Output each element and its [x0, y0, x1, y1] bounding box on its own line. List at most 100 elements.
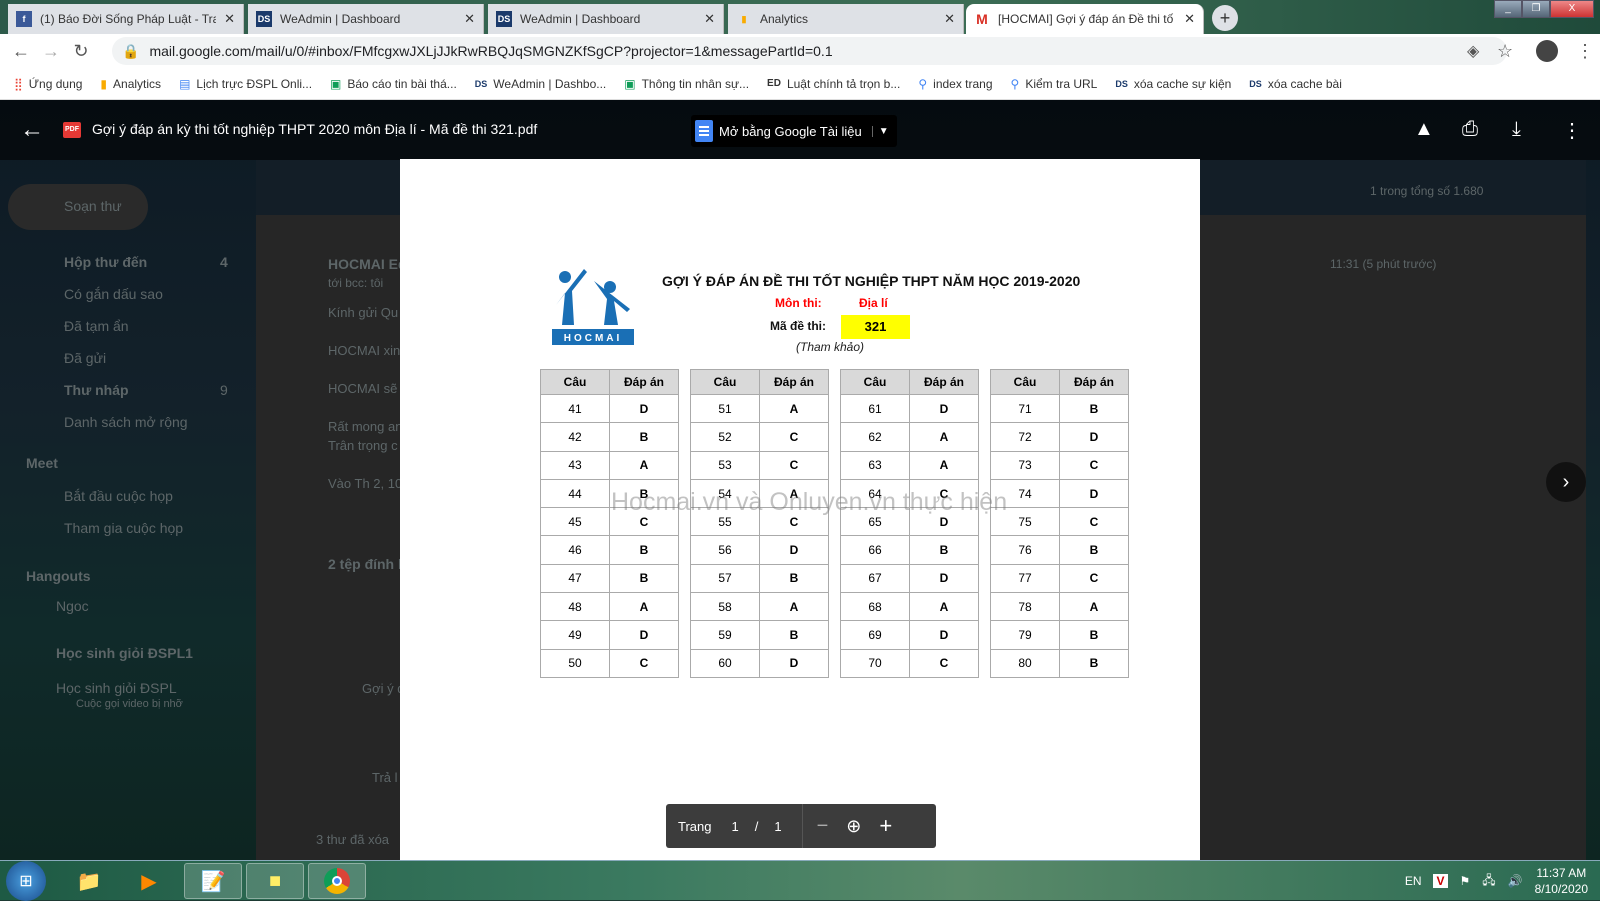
tab-gmail[interactable]: M [HOCMAI] Gợi ý đáp án Đề thi tố ✕	[966, 4, 1204, 34]
tab-analytics[interactable]: ▮ Analytics ✕	[728, 4, 964, 34]
bookmark-xoa-cache-bai[interactable]: DS xóa cache bài	[1249, 77, 1342, 91]
chat-subtext: Cuộc gọi video bị nhỡ	[76, 698, 183, 710]
tab-weadmin-1[interactable]: DS WeAdmin | Dashboard ✕	[248, 4, 484, 34]
more-options-icon[interactable]: ⋮	[1562, 118, 1582, 143]
bookmark-bao-cao[interactable]: ▣ Báo cáo tin bài thá...	[330, 77, 457, 91]
volume-icon[interactable]: 🔊	[1508, 874, 1523, 888]
bookmark-apps[interactable]: ⣿ Ứng dụng	[14, 77, 82, 91]
bookmark-kiem-tra-url[interactable]: ⚲ Kiểm tra URL	[1011, 77, 1098, 91]
sheets-icon: ▣	[330, 76, 342, 91]
zoom-out-icon[interactable]: −	[817, 815, 829, 838]
question-number: 42	[540, 422, 610, 452]
minimize-button[interactable]: _	[1494, 0, 1522, 18]
question-number: 49	[540, 620, 610, 650]
table-row: 48 A	[540, 592, 679, 622]
chrome-icon[interactable]	[308, 863, 366, 899]
facebook-icon: f	[16, 11, 32, 27]
action-center-flag-icon[interactable]: ⚑	[1460, 874, 1471, 888]
sticky-notes-icon[interactable]: ■	[246, 863, 304, 899]
media-player-icon[interactable]: ▶	[120, 863, 178, 899]
answer-letter: D	[909, 620, 979, 650]
back-arrow-icon[interactable]: ←	[20, 116, 44, 144]
current-page[interactable]: 1	[731, 819, 738, 834]
dspl-icon: DS	[256, 11, 272, 27]
url-text[interactable]: mail.google.com/mail/u/0/#inbox/FMfcgxwJ…	[149, 43, 832, 59]
question-number: 41	[540, 393, 610, 424]
bookmark-analytics[interactable]: ▮ Analytics	[100, 77, 161, 91]
back-icon[interactable]: ←	[6, 41, 36, 62]
nav-drafts[interactable]: Thư nháp	[64, 382, 129, 398]
vietkey-icon[interactable]: V	[1433, 874, 1448, 888]
print-icon[interactable]: ⎙	[1462, 118, 1478, 141]
language-indicator[interactable]: EN	[1405, 874, 1422, 888]
google-docs-icon	[695, 120, 713, 142]
profile-avatar[interactable]	[1536, 40, 1558, 62]
analytics-icon: ▮	[100, 76, 108, 91]
close-window-button[interactable]: X	[1550, 0, 1594, 18]
close-tab-icon[interactable]: ✕	[1184, 11, 1195, 27]
network-icon[interactable]: 🖧	[1482, 871, 1495, 892]
subject-value: Địa lí	[859, 296, 888, 310]
attachment-name[interactable]: Gợi ý đ	[362, 681, 404, 696]
bookmark-star-icon[interactable]: ☆	[1497, 41, 1513, 62]
table-row: 47 B	[540, 563, 679, 594]
table-row: 63 A	[840, 450, 979, 480]
chat-item[interactable]: Học sinh giỏi ĐSPL1	[56, 645, 193, 661]
answer-letter: C	[759, 450, 829, 480]
zoom-reset-icon[interactable]: ⊕	[846, 816, 861, 837]
forward-icon[interactable]: →	[36, 41, 66, 62]
tab-weadmin-2[interactable]: DS WeAdmin | Dashboard ✕	[488, 4, 724, 34]
close-tab-icon[interactable]: ✕	[464, 11, 475, 27]
hangouts-user[interactable]: Ngoc	[56, 598, 89, 614]
bookmark-luat-chinh-ta[interactable]: ED Luật chính tả trọn b...	[767, 77, 900, 91]
tab-facebook[interactable]: f (1) Báo Đời Sống Pháp Luật - Tra ✕	[8, 4, 244, 34]
meet-join[interactable]: Tham gia cuộc họp	[64, 520, 183, 536]
nav-more[interactable]: Danh sách mở rộng	[64, 414, 188, 430]
chat-item[interactable]: Học sinh giỏi ĐSPL	[56, 680, 177, 696]
start-button[interactable]: ⊞	[6, 861, 46, 901]
bookmark-thong-tin[interactable]: ▣ Thông tin nhân sự...	[624, 77, 749, 91]
dropdown-caret-icon[interactable]: ▼	[871, 125, 889, 137]
question-number: 70	[840, 648, 910, 678]
dspl-icon: DS	[496, 11, 512, 27]
file-explorer-icon[interactable]: 📁	[60, 863, 118, 899]
answer-letter: D	[609, 393, 679, 424]
bookmark-lich-truc[interactable]: ▤ Lịch trực ĐSPL Onli...	[179, 77, 312, 91]
table-row: 74 D	[990, 478, 1129, 509]
download-icon[interactable]: ⤓	[1512, 118, 1521, 141]
reload-icon[interactable]: ↻	[66, 41, 96, 62]
extension-icon[interactable]: ◈	[1467, 41, 1479, 61]
nav-starred[interactable]: Có gắn dấu sao	[64, 286, 163, 302]
close-tab-icon[interactable]: ✕	[944, 11, 955, 27]
open-with-google-docs-button[interactable]: Mở bằng Google Tài liệu ▼	[691, 115, 897, 147]
compose-button[interactable]: Soạn thư	[8, 184, 148, 230]
bookmark-xoa-cache-su-kien[interactable]: DS xóa cache sự kiện	[1115, 77, 1231, 91]
add-to-drive-icon[interactable]: ▲	[1414, 118, 1434, 141]
nav-snoozed[interactable]: Đã tạm ẩn	[64, 318, 129, 334]
table-row: 60 D	[690, 648, 829, 678]
answer-letter: B	[1059, 393, 1129, 424]
question-number: 43	[540, 450, 610, 480]
zoom-in-icon[interactable]: +	[879, 813, 892, 839]
address-bar[interactable]: 🔒 mail.google.com/mail/u/0/#inbox/FMfcgx…	[112, 37, 1507, 65]
next-file-button[interactable]: ›	[1546, 462, 1586, 502]
meet-start[interactable]: Bắt đầu cuộc họp	[64, 488, 173, 504]
bookmark-index-trang[interactable]: ⚲ index trang	[918, 77, 992, 91]
browser-menu-icon[interactable]: ⋮	[1576, 41, 1594, 62]
system-clock[interactable]: 11:37 AM 8/10/2020	[1535, 865, 1588, 897]
answer-letter: C	[609, 648, 679, 678]
reply-button[interactable]: Trả l	[372, 770, 398, 785]
bookmark-weadmin[interactable]: DS WeAdmin | Dashbo...	[475, 77, 606, 91]
notepad-icon[interactable]: 📝	[184, 863, 242, 899]
answer-letter: D	[759, 648, 829, 678]
new-tab-button[interactable]: +	[1212, 5, 1238, 31]
close-tab-icon[interactable]: ✕	[704, 11, 715, 27]
nav-sent[interactable]: Đã gửi	[64, 350, 106, 366]
question-number: 58	[690, 592, 760, 622]
hocmai-logo: HOCMAI	[552, 269, 634, 345]
question-number: 77	[990, 563, 1060, 594]
answer-letter: C	[1059, 507, 1129, 537]
maximize-button[interactable]: ❐	[1522, 0, 1550, 18]
close-tab-icon[interactable]: ✕	[224, 11, 235, 27]
nav-inbox[interactable]: Hộp thư đến	[64, 254, 147, 270]
